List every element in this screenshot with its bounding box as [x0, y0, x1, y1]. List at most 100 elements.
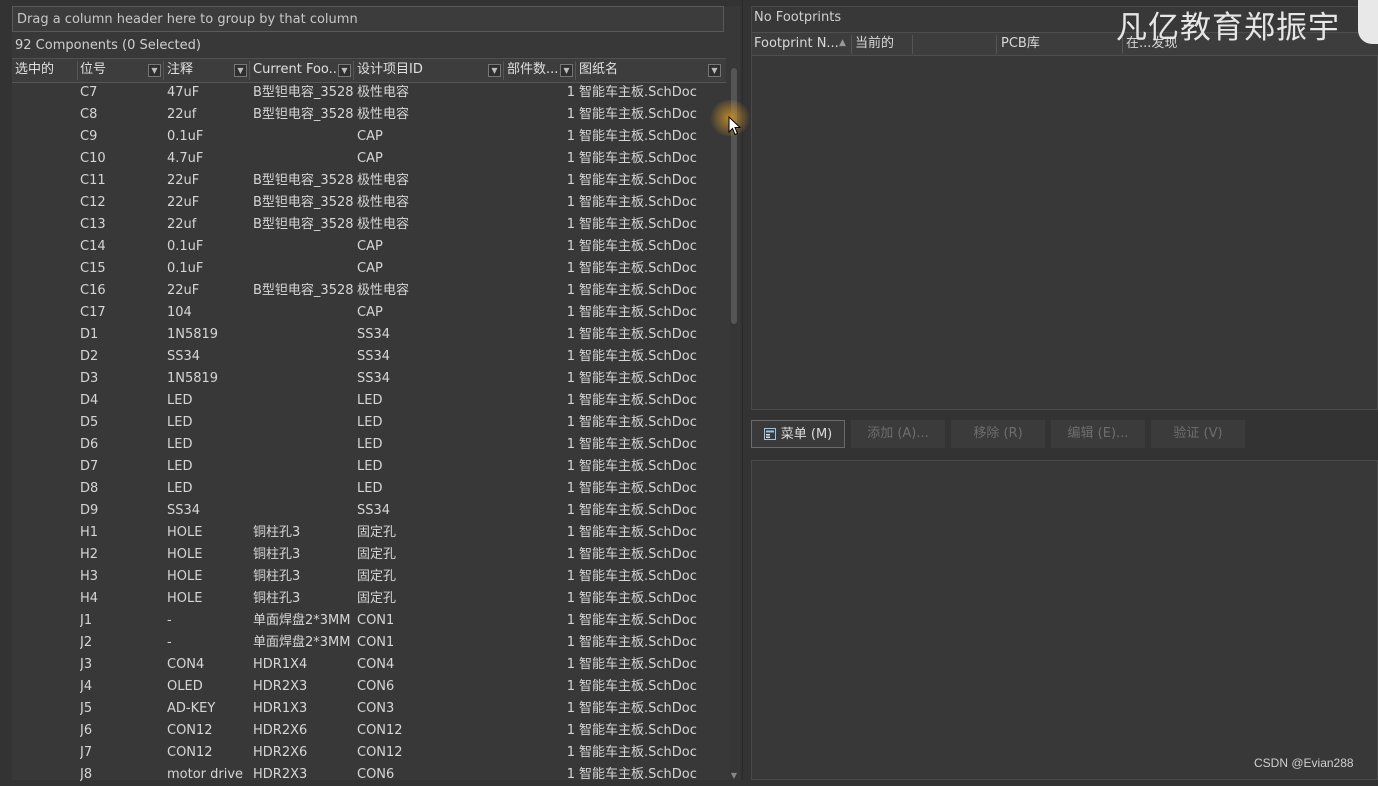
table-row[interactable]: C7 47uF B型钽电容_3528 极性电容 1 智能车主板.SchDoc [12, 82, 726, 104]
column-divider[interactable] [77, 61, 78, 80]
table-row[interactable]: C13 22uf B型钽电容_3528 极性电容 1 智能车主板.SchDoc [12, 214, 726, 236]
table-row[interactable]: C12 22uF B型钽电容_3528 极性电容 1 智能车主板.SchDoc [12, 192, 726, 214]
add-button[interactable]: 添加 (A)... [851, 420, 945, 448]
comment-cell: CON12 [167, 745, 213, 760]
col-header-designator[interactable]: 位号 [80, 59, 150, 82]
table-row[interactable]: D2 SS34 SS34 1 智能车主板.SchDoc [12, 346, 726, 368]
table-row[interactable]: C15 0.1uF CAP 1 智能车主板.SchDoc [12, 258, 726, 280]
designator-cell: C13 [80, 217, 106, 232]
sheet-name-cell: 智能车主板.SchDoc [579, 239, 697, 254]
design-item-id-cell: CON12 [357, 745, 403, 760]
footprint-cell: B型钽电容_3528 [253, 107, 354, 122]
table-row[interactable]: C10 4.7uF CAP 1 智能车主板.SchDoc [12, 148, 726, 170]
col-header-footprint-name[interactable]: Footprint N... [754, 33, 839, 54]
design-item-id-cell: LED [357, 459, 383, 474]
design-item-id-cell: CON1 [357, 635, 395, 650]
footprint-preview-area [751, 460, 1378, 780]
components-panel: Drag a column header here to group by th… [12, 6, 740, 782]
filter-icon[interactable]: ▼ [234, 64, 247, 77]
sheet-name-cell: 智能车主板.SchDoc [579, 503, 697, 518]
table-row[interactable]: D1 1N5819 SS34 1 智能车主板.SchDoc [12, 324, 726, 346]
table-row[interactable]: J3 CON4 HDR1X4 CON4 1 智能车主板.SchDoc [12, 654, 726, 676]
vertical-scrollbar[interactable]: ▼ [730, 68, 738, 780]
sheet-name-cell: 智能车主板.SchDoc [579, 217, 697, 232]
sheet-name-cell: 智能车主板.SchDoc [579, 371, 697, 386]
comment-cell: HOLE [167, 569, 203, 584]
table-row[interactable]: C8 22uf B型钽电容_3528 极性电容 1 智能车主板.SchDoc [12, 104, 726, 126]
part-count-cell: 1 [566, 591, 575, 606]
table-row[interactable]: D9 SS34 SS34 1 智能车主板.SchDoc [12, 500, 726, 522]
table-row[interactable]: C16 22uF B型钽电容_3528 极性电容 1 智能车主板.SchDoc [12, 280, 726, 302]
column-divider[interactable] [996, 35, 997, 54]
part-count-cell: 1 [566, 173, 575, 188]
table-row[interactable]: D8 LED LED 1 智能车主板.SchDoc [12, 478, 726, 500]
design-item-id-cell: 极性电容 [357, 173, 410, 188]
edit-button[interactable]: 编辑 (E)... [1051, 420, 1145, 448]
table-row[interactable]: H1 HOLE 铜柱孔3 固定孔 1 智能车主板.SchDoc [12, 522, 726, 544]
table-row[interactable]: J5 AD-KEY HDR1X3 CON3 1 智能车主板.SchDoc [12, 698, 726, 720]
sheet-name-cell: 智能车主板.SchDoc [579, 701, 697, 716]
remove-button[interactable]: 移除 (R) [951, 420, 1045, 448]
col-header-sheet-name[interactable]: 图纸名 [579, 59, 679, 82]
comment-cell: - [167, 635, 172, 650]
sheet-name-cell: 智能车主板.SchDoc [579, 459, 697, 474]
table-row[interactable]: J4 OLED HDR2X3 CON6 1 智能车主板.SchDoc [12, 676, 726, 698]
column-divider[interactable] [912, 35, 913, 54]
comment-cell: 1N5819 [167, 327, 219, 342]
designator-cell: J1 [80, 613, 93, 628]
column-divider[interactable] [163, 61, 164, 80]
filter-icon[interactable]: ▼ [338, 64, 351, 77]
table-row[interactable]: H2 HOLE 铜柱孔3 固定孔 1 智能车主板.SchDoc [12, 544, 726, 566]
table-row[interactable]: C17 104 CAP 1 智能车主板.SchDoc [12, 302, 726, 324]
col-header-part-count[interactable]: 部件数... [507, 59, 561, 82]
group-by-area[interactable]: Drag a column header here to group by th… [12, 6, 724, 32]
col-header-current-footprint[interactable]: Current Foo... [253, 59, 337, 82]
filter-icon[interactable]: ▼ [148, 64, 161, 77]
table-row[interactable]: D6 LED LED 1 智能车主板.SchDoc [12, 434, 726, 456]
design-item-id-cell: CAP [357, 151, 383, 166]
sheet-name-cell: 智能车主板.SchDoc [579, 437, 697, 452]
table-row[interactable]: C14 0.1uF CAP 1 智能车主板.SchDoc [12, 236, 726, 258]
table-row[interactable]: H3 HOLE 铜柱孔3 固定孔 1 智能车主板.SchDoc [12, 566, 726, 588]
part-count-cell: 1 [566, 459, 575, 474]
validate-button[interactable]: 验证 (V) [1151, 420, 1245, 448]
table-row[interactable]: C9 0.1uF CAP 1 智能车主板.SchDoc [12, 126, 726, 148]
credit-text: CSDN @Evian288 [1254, 756, 1354, 770]
design-item-id-cell: SS34 [357, 327, 391, 342]
col-header-design-item-id[interactable]: 设计项目ID [357, 59, 457, 82]
sheet-name-cell: 智能车主板.SchDoc [579, 173, 697, 188]
col-header-pcb-library[interactable]: PCB库 [1001, 33, 1040, 54]
table-row[interactable]: J2 - 单面焊盘2*3MM CON1 1 智能车主板.SchDoc [12, 632, 726, 654]
column-divider[interactable] [503, 61, 504, 80]
designator-cell: J3 [80, 657, 93, 672]
filter-icon[interactable]: ▼ [560, 64, 573, 77]
sheet-name-cell: 智能车主板.SchDoc [579, 635, 697, 650]
table-row[interactable]: H4 HOLE 铜柱孔3 固定孔 1 智能车主板.SchDoc [12, 588, 726, 610]
column-divider[interactable] [851, 35, 852, 54]
table-row[interactable]: J1 - 单面焊盘2*3MM CON1 1 智能车主板.SchDoc [12, 610, 726, 632]
column-divider[interactable] [575, 61, 576, 80]
table-row[interactable]: D5 LED LED 1 智能车主板.SchDoc [12, 412, 726, 434]
table-row[interactable]: C11 22uF B型钽电容_3528 极性电容 1 智能车主板.SchDoc [12, 170, 726, 192]
column-divider[interactable] [249, 61, 250, 80]
filter-icon[interactable]: ▼ [708, 64, 721, 77]
col-header-current[interactable]: 当前的 [855, 33, 894, 54]
designator-cell: C10 [80, 151, 106, 166]
col-header-selected[interactable]: 选中的 [15, 59, 75, 82]
design-item-id-cell: 固定孔 [357, 525, 397, 540]
filter-icon[interactable]: ▼ [488, 64, 501, 77]
table-row[interactable]: J6 CON12 HDR2X6 CON12 1 智能车主板.SchDoc [12, 720, 726, 742]
table-row[interactable]: J7 CON12 HDR2X6 CON12 1 智能车主板.SchDoc [12, 742, 726, 764]
part-count-cell: 1 [566, 371, 575, 386]
table-row[interactable]: J8 motor drive HDR2X3 CON6 1 智能车主板.SchDoc [12, 764, 726, 786]
menu-button[interactable]: 菜单 (M) [751, 420, 845, 448]
col-header-comment[interactable]: 注释 [167, 59, 227, 82]
footprint-cell: HDR2X6 [253, 745, 308, 760]
table-row[interactable]: D4 LED LED 1 智能车主板.SchDoc [12, 390, 726, 412]
scroll-down-arrow-icon[interactable]: ▼ [730, 772, 738, 780]
sheet-name-cell: 智能车主板.SchDoc [579, 349, 697, 364]
table-row[interactable]: D7 LED LED 1 智能车主板.SchDoc [12, 456, 726, 478]
table-row[interactable]: D3 1N5819 SS34 1 智能车主板.SchDoc [12, 368, 726, 390]
column-divider[interactable] [353, 61, 354, 80]
part-count-cell: 1 [566, 767, 575, 782]
